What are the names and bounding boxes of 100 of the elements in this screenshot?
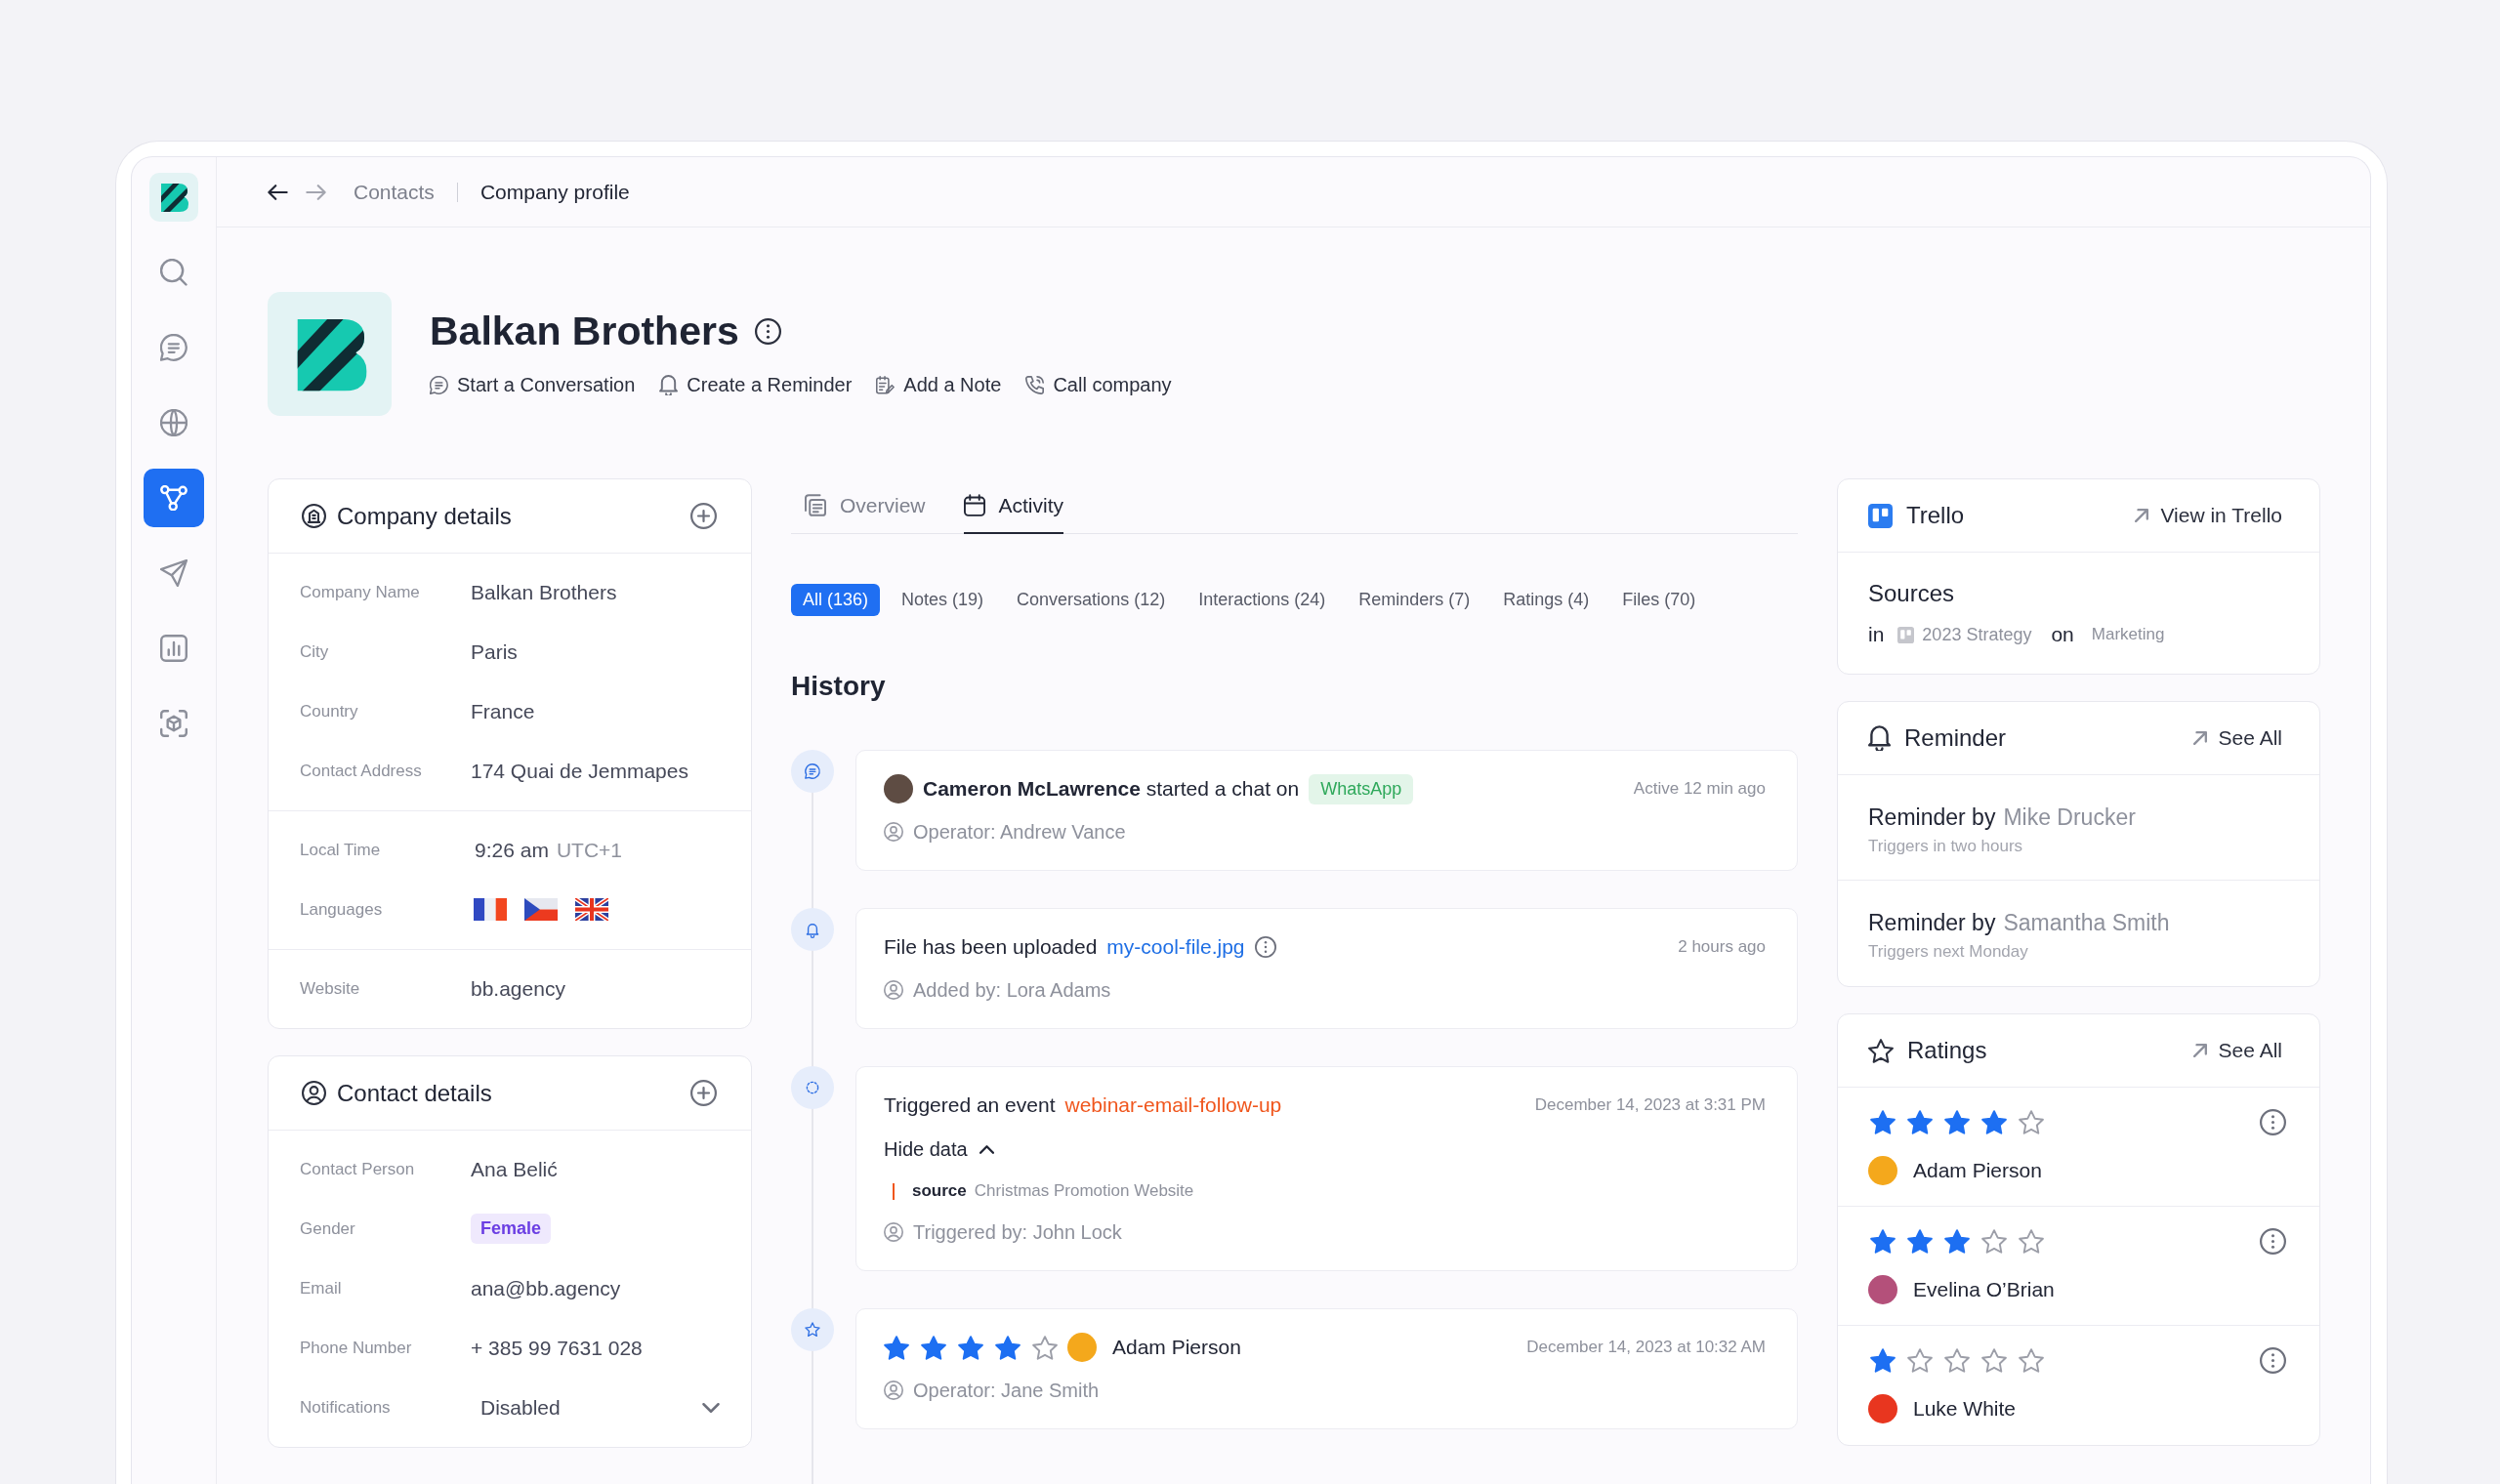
company-name: Balkan Brothers <box>430 308 739 355</box>
filter-chip[interactable]: All (136) <box>791 584 881 616</box>
reminder-author: Mike Drucker <box>2003 804 2136 832</box>
sidebar-button[interactable] <box>160 408 188 436</box>
star-icon <box>1907 1347 1933 1373</box>
entry-meta: Triggered by: John Lock <box>913 1220 1122 1244</box>
value-badge: Female <box>471 1214 552 1244</box>
field-label: Local Time <box>300 840 382 860</box>
plus-icon[interactable] <box>690 1080 717 1106</box>
person-name: Luke White <box>1913 1397 2017 1421</box>
field-label: Languages <box>300 899 384 920</box>
location-label: on <box>2051 623 2074 646</box>
sidebar-button[interactable] <box>160 634 188 662</box>
paper-plane-icon <box>160 558 188 587</box>
chat-bubble-icon <box>160 333 188 361</box>
sidebar-button[interactable] <box>144 468 204 527</box>
kanban-icon <box>1897 626 1915 643</box>
filter-chip[interactable]: Reminders (7) <box>1347 584 1482 616</box>
filter-chip[interactable]: Files (70) <box>1610 584 1708 616</box>
reminder-label: Reminder by <box>1868 909 1996 937</box>
more-icon[interactable] <box>754 317 781 345</box>
user-circle-icon <box>884 1222 903 1242</box>
field-label: Contact Address <box>300 761 423 781</box>
field-label: Gender <box>300 1218 356 1239</box>
card-link[interactable]: See All <box>2192 1039 2282 1062</box>
chat-bubble-icon <box>791 750 834 793</box>
arrow-up-right-icon <box>2135 509 2149 522</box>
nodes-icon <box>160 484 188 511</box>
event-link[interactable]: webinar-email-follow-up <box>1064 1093 1282 1117</box>
timezone-text: UTC+1 <box>556 838 622 862</box>
breadcrumb-item[interactable]: Contacts <box>354 180 435 204</box>
field-value: bb.agency <box>471 976 565 1001</box>
star-outline-icon <box>1868 1038 1894 1063</box>
sidebar-button[interactable] <box>160 258 188 286</box>
action-link[interactable]: Create a Reminder <box>659 373 853 396</box>
tab[interactable]: Activity <box>963 478 1064 534</box>
reminder-time: Triggers in two hours <box>1868 836 2024 857</box>
dropdown-select[interactable]: Disabled <box>471 1395 720 1420</box>
plus-icon[interactable] <box>690 503 717 529</box>
filter-chip[interactable]: Ratings (4) <box>1491 584 1602 616</box>
entry-meta: Operator: Andrew Vance <box>913 820 1126 844</box>
reminder-label: Reminder by <box>1868 804 1996 832</box>
card-link[interactable]: View in Trello <box>2135 504 2282 527</box>
star-icon <box>1032 1335 1058 1360</box>
globe-icon <box>160 408 188 436</box>
czech-flag-icon <box>524 898 558 921</box>
arrow-up-right-icon <box>2192 731 2207 745</box>
card-link[interactable]: See All <box>2192 726 2282 750</box>
action-link[interactable]: Call company <box>1025 373 1172 396</box>
chat-bubble-icon <box>430 375 448 394</box>
british-flag-icon <box>575 898 608 921</box>
field-label: Country <box>300 701 359 721</box>
breadcrumb-item: Company profile <box>479 180 630 204</box>
action-link[interactable]: Add a Note <box>876 373 1002 396</box>
arrow-left-icon[interactable] <box>268 184 288 200</box>
entry-meta: Operator: Jane Smith <box>913 1379 1100 1402</box>
field-label: Phone Number <box>300 1338 413 1358</box>
sidebar-button[interactable] <box>160 709 188 737</box>
person-name: Adam Pierson <box>1112 1336 1241 1359</box>
star-icon <box>1981 1347 2007 1373</box>
field-label: Email <box>300 1278 343 1298</box>
filter-chip[interactable]: Interactions (24) <box>1187 584 1338 616</box>
person-name: Evelina O’Brian <box>1913 1278 2055 1301</box>
phone-icon <box>1025 375 1045 394</box>
star-icon <box>1907 1228 1933 1254</box>
list-name: 2023 Strategy <box>1922 624 2032 645</box>
sidebar-button[interactable] <box>160 558 188 587</box>
kanban-logo-icon <box>1868 503 1893 528</box>
chevron-down-icon <box>702 1402 720 1413</box>
building-icon <box>302 504 326 528</box>
card-title: Trello <box>1906 502 1965 529</box>
field-label: City <box>300 641 330 662</box>
action-link[interactable]: Start a Conversation <box>430 373 636 396</box>
star-icon <box>1870 1228 1896 1254</box>
item-title: Sources <box>1868 579 1956 608</box>
entry-time: December 14, 2023 at 10:32 AM <box>1526 1338 1766 1357</box>
arrow-up-right-icon <box>2192 1044 2207 1057</box>
bell-icon <box>659 374 679 395</box>
filter-chip[interactable]: Conversations (12) <box>1005 584 1178 616</box>
data-value: Christmas Promotion Website <box>974 1181 1194 1201</box>
bell-icon <box>1868 725 1891 751</box>
field-label: Website <box>300 978 361 999</box>
section-title: History <box>791 671 887 702</box>
accent-bar <box>893 1182 895 1200</box>
data-key: source <box>912 1181 967 1201</box>
file-link[interactable]: my-cool-file.jpg <box>1106 935 1245 959</box>
star-icon <box>1944 1228 1970 1254</box>
tab[interactable]: Overview <box>805 478 926 534</box>
board-name: Marketing <box>2091 625 2165 644</box>
sidebar-button[interactable] <box>160 333 188 361</box>
location-label: in <box>1868 623 1885 646</box>
channel-badge: WhatsApp <box>1309 773 1414 804</box>
star-icon <box>1907 1109 1933 1134</box>
field-label: Company Name <box>300 582 421 602</box>
data-toggle[interactable]: Hide data <box>884 1134 994 1165</box>
filter-chip[interactable]: Notes (19) <box>890 584 996 616</box>
star-icon <box>884 1335 909 1360</box>
star-icon <box>1944 1109 1970 1134</box>
card-title: Ratings <box>1907 1037 1987 1064</box>
field-value: France <box>471 699 535 723</box>
